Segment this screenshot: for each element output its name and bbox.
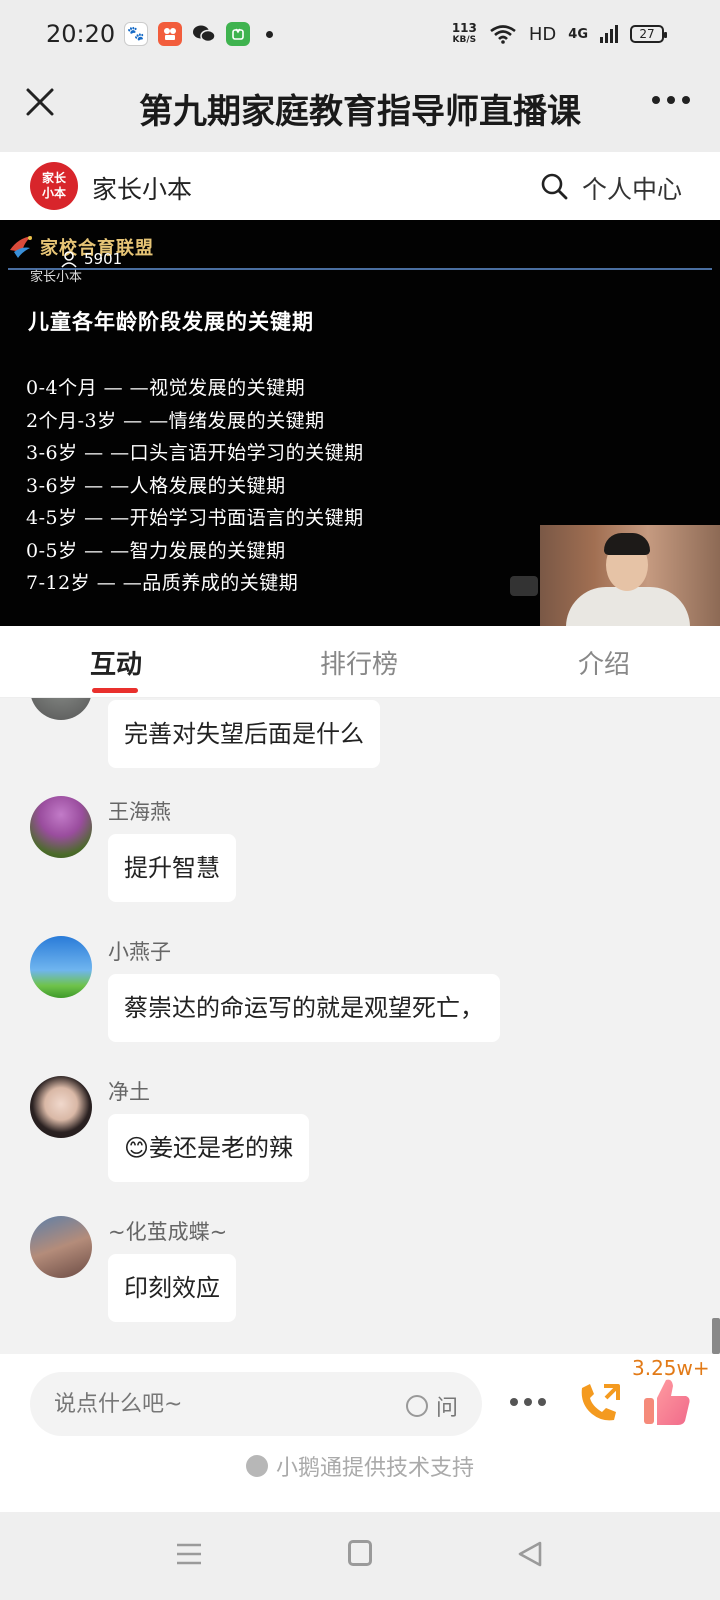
more-dot-icon xyxy=(682,96,690,104)
slide-list: 0-4个月 — —视觉发展的关键期 2个月-3岁 — —情绪发展的关键期 3-6… xyxy=(26,372,364,600)
slide-divider xyxy=(8,268,712,270)
speaker-body xyxy=(566,587,690,626)
notification-icons: 🐾 xyxy=(124,22,273,46)
kuaishou-icon xyxy=(158,22,182,46)
user-avatar[interactable] xyxy=(30,936,92,998)
signal-icon xyxy=(600,25,618,43)
menu-icon[interactable] xyxy=(176,1542,202,1566)
speaker-hair xyxy=(604,533,650,555)
viewer-count-value: 5901 xyxy=(84,250,123,268)
more-actions-button[interactable] xyxy=(510,1398,546,1406)
chat-bubble: 蔡崇达的命运写的就是观望死亡， xyxy=(108,974,500,1042)
ask-label: 问 xyxy=(436,1396,459,1421)
chat-username: 小燕子 xyxy=(108,940,171,964)
chat-bubble: 印刻效应 xyxy=(108,1254,236,1322)
brand-name[interactable]: 家长小本 xyxy=(92,170,192,206)
user-avatar[interactable] xyxy=(30,698,92,720)
back-icon[interactable] xyxy=(516,1540,544,1568)
system-nav-bar xyxy=(0,1512,720,1600)
page-title: 第九期家庭教育指导师直播课 xyxy=(139,92,581,132)
slide-line: 0-5岁 — —智力发展的关键期 xyxy=(26,539,286,562)
hd-label: HD xyxy=(528,23,557,45)
status-right: 113 KB/S HD 4G 27 xyxy=(452,22,667,46)
tab-introduction[interactable]: 介绍 xyxy=(578,644,630,681)
tab-interaction[interactable]: 互动 xyxy=(90,644,142,681)
tech-support-footer: 小鹅通提供技术支持 xyxy=(0,1450,720,1482)
net-speed-value: 113 xyxy=(451,21,477,35)
more-dot-icon xyxy=(538,1398,546,1406)
brand-bar: 家长小本 家长小本 个人中心 xyxy=(0,152,720,220)
slide-line: 4-5岁 — —开始学习书面语言的关键期 xyxy=(26,507,364,529)
brand-logo[interactable]: 家长小本 xyxy=(30,162,78,210)
chat-username: 王海燕 xyxy=(108,800,171,824)
more-dot-icon xyxy=(510,1398,518,1406)
thumbs-up-icon[interactable] xyxy=(642,1376,692,1428)
net-speed-unit: KB/S xyxy=(452,35,477,45)
tab-indicator xyxy=(92,688,138,693)
wifi-icon xyxy=(490,25,516,44)
live-video-player[interactable]: 家校合育联盟 5901 家长小本 儿童各年龄阶段发展的关键期 0-4个月 — —… xyxy=(0,220,720,626)
more-options-button[interactable] xyxy=(652,96,690,104)
more-notifications-dot xyxy=(266,30,273,38)
status-time: 20:20 xyxy=(46,20,116,48)
status-bar: 20:20 🐾 113 KB/S HD 4G 27 xyxy=(0,0,720,70)
slide-title: 儿童各年龄阶段发展的关键期 xyxy=(28,309,314,334)
chat-username: 净土 xyxy=(108,1080,150,1104)
user-avatar[interactable] xyxy=(30,1216,92,1278)
speaker-camera-feed[interactable] xyxy=(540,525,720,626)
baidu-icon: 🐾 xyxy=(124,22,148,46)
home-icon[interactable] xyxy=(348,1540,372,1566)
chat-scrollbar[interactable] xyxy=(712,1318,720,1354)
slide-line: 3-6岁 — —人格发展的关键期 xyxy=(26,474,286,497)
slide-line: 0-4个月 — —视觉发展的关键期 xyxy=(26,377,306,399)
camera-toggle-icon[interactable] xyxy=(510,576,538,596)
wallet-icon xyxy=(226,22,250,46)
chat-bubble: 提升智慧 xyxy=(108,834,236,902)
wechat-icon xyxy=(192,22,216,46)
slide-line: 2个月-3岁 — —情绪发展的关键期 xyxy=(26,409,325,432)
support-text: 小鹅通提供技术支持 xyxy=(275,1456,474,1481)
like-count: 3.25w+ xyxy=(632,1356,710,1380)
brand-logo-text: 家长小本 xyxy=(41,171,66,200)
personal-center-link[interactable]: 个人中心 xyxy=(582,170,682,206)
xiaoetong-logo-icon xyxy=(245,1455,268,1477)
signal-label: 4G xyxy=(568,26,588,42)
chat-bubble: 😊姜还是老的辣 xyxy=(108,1114,310,1182)
title-bar: 第九期家庭教育指导师直播课 xyxy=(0,70,720,152)
more-dot-icon xyxy=(652,96,660,104)
slide-line: 3-6岁 — —口头言语开始学习的关键期 xyxy=(26,442,364,464)
ask-question-toggle[interactable]: 问 xyxy=(406,1390,458,1422)
input-bar: 问 小鹅通提供技术支持 xyxy=(0,1354,720,1512)
tab-bar: 互动 排行榜 介绍 xyxy=(0,626,720,698)
chat-bubble: 完善对失望后面是什么 xyxy=(108,700,380,768)
search-icon[interactable] xyxy=(540,172,568,200)
radio-circle-icon xyxy=(406,1395,428,1417)
more-dot-icon xyxy=(524,1398,532,1406)
battery-level: 27 xyxy=(639,27,655,41)
net-speed: 113 KB/S xyxy=(452,22,477,46)
slide-line: 7-12岁 — —品质养成的关键期 xyxy=(26,572,299,594)
chat-username: ~化茧成蝶~ xyxy=(108,1220,228,1244)
battery-icon: 27 xyxy=(630,25,667,43)
bird-logo-icon xyxy=(10,236,32,258)
tab-leaderboard[interactable]: 排行榜 xyxy=(320,644,398,681)
call-connect-icon[interactable] xyxy=(574,1378,624,1428)
more-dot-icon xyxy=(667,96,675,104)
chat-list[interactable]: 完善对失望后面是什么 王海燕 提升智慧 小燕子 蔡崇达的命运写的就是观望死亡， … xyxy=(0,698,720,1354)
video-brand: 家长小本 xyxy=(30,270,83,285)
user-avatar[interactable] xyxy=(30,1076,92,1138)
user-avatar[interactable] xyxy=(30,796,92,858)
